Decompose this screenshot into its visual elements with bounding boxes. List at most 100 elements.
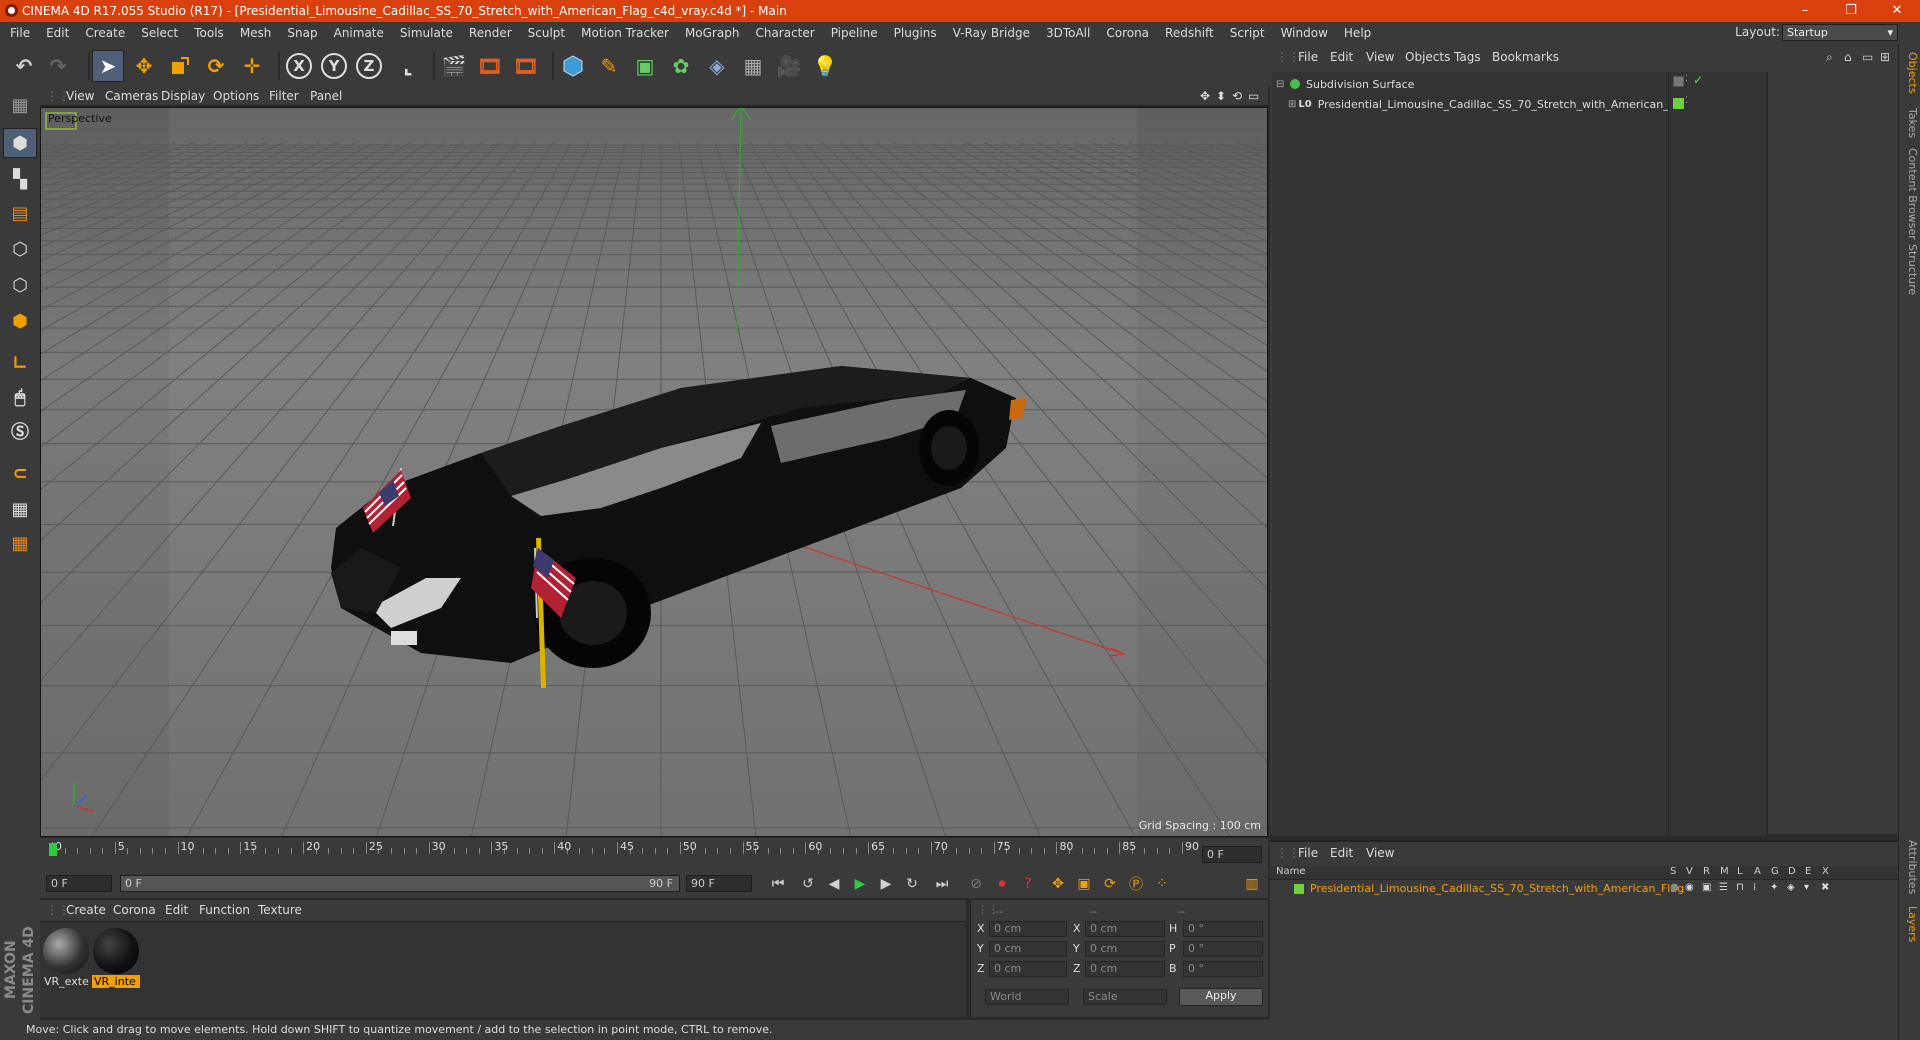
- object-menu-tags[interactable]: Tags: [1454, 50, 1481, 64]
- rotation-p-field[interactable]: 0 °: [1183, 941, 1263, 957]
- end-frame-field[interactable]: 90 F: [686, 875, 752, 892]
- previous-key-icon[interactable]: ↺: [796, 873, 820, 895]
- position-z-field[interactable]: 0 cm: [989, 961, 1067, 977]
- tab-content-browser[interactable]: Content Browser: [1901, 148, 1919, 240]
- key-scale-icon[interactable]: ▣: [1072, 873, 1096, 895]
- menu-plugins[interactable]: Plugins: [886, 26, 945, 40]
- deformer-icon[interactable]: ◈: [701, 50, 733, 82]
- minimize-button[interactable]: –: [1782, 0, 1828, 22]
- material-vr-exterior[interactable]: VR_exte: [42, 927, 90, 988]
- size-z-field[interactable]: 0 cm: [1085, 961, 1165, 977]
- previous-frame-icon[interactable]: ◀: [822, 873, 846, 895]
- render-view-icon[interactable]: 🎬: [438, 50, 470, 82]
- menu-redshift[interactable]: Redshift: [1157, 26, 1222, 40]
- position-y-field[interactable]: 0 cm: [989, 941, 1067, 957]
- xref-icon[interactable]: ✖: [1821, 882, 1829, 893]
- menu-motion-tracker[interactable]: Motion Tracker: [573, 26, 677, 40]
- tab-takes[interactable]: Takes: [1901, 108, 1919, 138]
- viewport-maximize-icon[interactable]: ▭: [1248, 89, 1259, 103]
- expression-icon[interactable]: ▾: [1804, 882, 1809, 893]
- material-menu-texture[interactable]: Texture: [258, 903, 302, 917]
- tab-structure[interactable]: Structure: [1901, 244, 1919, 295]
- viewport-camera-label[interactable]: Perspective: [48, 112, 112, 125]
- menu-render[interactable]: Render: [461, 26, 520, 40]
- magnet-snap-icon[interactable]: ⊂: [3, 458, 37, 488]
- light-bulb-icon[interactable]: 💡: [809, 50, 841, 82]
- object-menu-edit[interactable]: Edit: [1330, 50, 1353, 64]
- layer-menu-edit[interactable]: Edit: [1330, 846, 1353, 860]
- redo-icon[interactable]: ↷: [42, 50, 74, 82]
- viewport-menu-options[interactable]: Options: [213, 89, 259, 103]
- floor-environment-icon[interactable]: ▦: [737, 50, 769, 82]
- points-mode-icon[interactable]: ⬡: [3, 234, 37, 264]
- size-x-field[interactable]: 0 cm: [1085, 921, 1165, 937]
- menu-help[interactable]: Help: [1336, 26, 1379, 40]
- tree-row-limousine[interactable]: ⊞ L0 Presidential_Limousine_Cadillac_SS_…: [1288, 96, 1692, 112]
- menu-mesh[interactable]: Mesh: [232, 26, 280, 40]
- coordinate-system-icon[interactable]: ⌞: [392, 50, 424, 82]
- make-editable-icon[interactable]: ▦: [3, 90, 37, 120]
- autokey-icon[interactable]: ⏺: [990, 873, 1014, 895]
- lock-panel-icon[interactable]: ⊞: [1880, 50, 1890, 64]
- y-axis-lock-button[interactable]: Y: [318, 50, 350, 82]
- layer-menu-file[interactable]: File: [1298, 846, 1318, 860]
- playhead-marker[interactable]: [49, 843, 57, 856]
- enabled-check-icon[interactable]: ✓: [1693, 73, 1703, 87]
- viewport-menu-display[interactable]: Display: [161, 89, 205, 103]
- viewport-rotate-icon[interactable]: ⟲: [1232, 89, 1242, 103]
- z-axis-lock-button[interactable]: Z: [353, 50, 385, 82]
- visibility-dots-icon[interactable]: ⁚: [1685, 74, 1688, 84]
- menu-create[interactable]: Create: [77, 26, 133, 40]
- menu-corona[interactable]: Corona: [1098, 26, 1157, 40]
- scale-tool-icon[interactable]: [164, 50, 196, 82]
- next-key-icon[interactable]: ↻: [900, 873, 924, 895]
- menu-select[interactable]: Select: [133, 26, 186, 40]
- new-window-icon[interactable]: ▭: [1862, 50, 1873, 64]
- viewport-menu-view[interactable]: View: [66, 89, 94, 103]
- coordinate-space-select[interactable]: World: [985, 989, 1069, 1005]
- menu-window[interactable]: Window: [1273, 26, 1336, 40]
- close-button[interactable]: ✕: [1874, 0, 1920, 22]
- expand-icon[interactable]: ⊞: [1288, 99, 1296, 110]
- model-mode-icon[interactable]: ⬢: [3, 128, 37, 158]
- keyframe-selection-icon[interactable]: ?: [1016, 873, 1040, 895]
- material-menu-function[interactable]: Function: [199, 903, 250, 917]
- go-to-end-icon[interactable]: ⏭: [930, 873, 954, 895]
- home-icon[interactable]: ⌂: [1844, 50, 1852, 64]
- texture-mode-icon[interactable]: ▚: [3, 164, 37, 194]
- material-menu-edit[interactable]: Edit: [165, 903, 188, 917]
- tab-attributes[interactable]: Attributes: [1901, 840, 1919, 894]
- manager-icon[interactable]: ☰: [1719, 882, 1728, 893]
- perspective-viewport[interactable]: Perspective Grid Spacing : 100 cm: [40, 107, 1268, 837]
- current-frame-field[interactable]: 0 F: [1202, 846, 1262, 863]
- menu-mograph[interactable]: MoGraph: [677, 26, 748, 40]
- menu-file[interactable]: File: [0, 26, 38, 40]
- transform-tool-icon[interactable]: ✛: [236, 50, 268, 82]
- viewport-menu-filter[interactable]: Filter: [269, 89, 299, 103]
- rotation-b-field[interactable]: 0 °: [1183, 961, 1263, 977]
- solo-dot-icon[interactable]: ●: [1670, 882, 1679, 893]
- select-cursor-icon[interactable]: ➤: [92, 50, 124, 82]
- move-tool-icon[interactable]: ✥: [128, 50, 160, 82]
- go-to-start-icon[interactable]: ⏮: [766, 873, 790, 895]
- tab-objects[interactable]: Objects: [1901, 52, 1919, 94]
- viewport-menu-cameras[interactable]: Cameras: [105, 89, 158, 103]
- position-x-field[interactable]: 0 cm: [989, 921, 1067, 937]
- view-eye-icon[interactable]: ◉: [1685, 882, 1694, 893]
- spline-pen-icon[interactable]: ✎: [593, 50, 625, 82]
- edges-mode-icon[interactable]: ⬡: [3, 270, 37, 300]
- lock-icon[interactable]: ⊓: [1736, 882, 1744, 893]
- menu-character[interactable]: Character: [747, 26, 822, 40]
- axis-mode-icon[interactable]: ∟: [3, 348, 37, 378]
- animation-icon[interactable]: ⁞: [1753, 882, 1756, 893]
- cube-primitive-icon[interactable]: [557, 50, 589, 82]
- menu-edit[interactable]: Edit: [38, 26, 77, 40]
- layout-select[interactable]: Startup ▾: [1782, 24, 1898, 41]
- render-picture-viewer-icon[interactable]: 🎞: [474, 50, 506, 82]
- subdivision-surface-icon[interactable]: ▣: [629, 50, 661, 82]
- viewport-menu-panel[interactable]: Panel: [310, 89, 342, 103]
- key-pla-icon[interactable]: ⁘: [1150, 873, 1174, 895]
- x-axis-lock-button[interactable]: X: [283, 50, 315, 82]
- material-vr-interior[interactable]: VR_inte: [92, 927, 140, 988]
- deformer-icon[interactable]: ◈: [1787, 882, 1795, 893]
